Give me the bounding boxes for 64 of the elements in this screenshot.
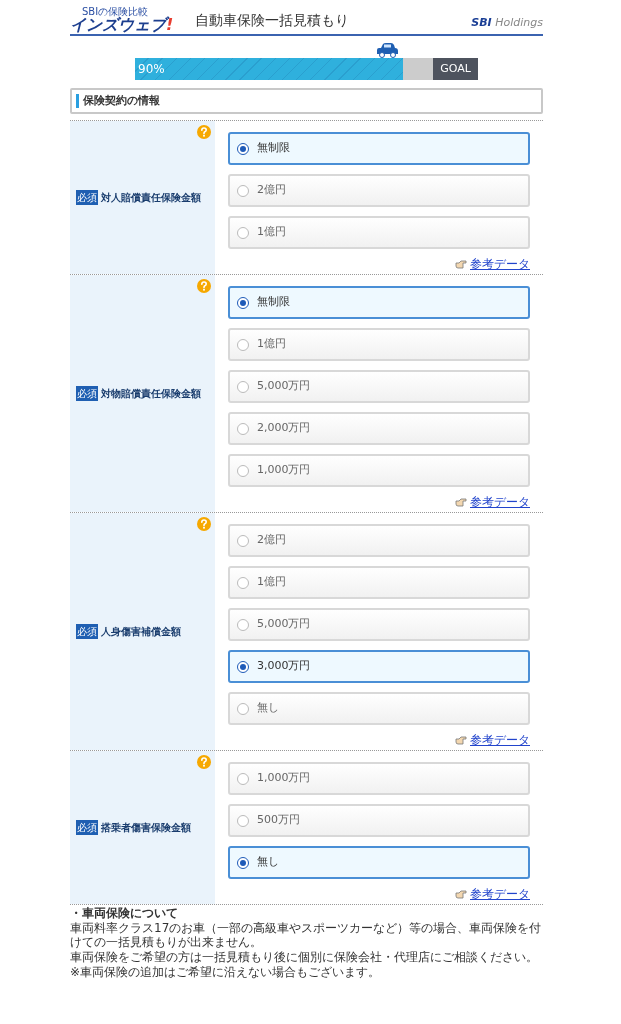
pointing-hand-icon [455,735,467,745]
question-label: 対人賠償責任保険金額 [101,191,201,205]
radio-option[interactable]: 1億円 [228,216,530,249]
radio-option[interactable]: 2,000万円 [228,412,530,445]
radio-unchecked-icon [237,422,249,435]
pointing-hand-icon [455,259,467,269]
note-text: 車両料率クラス17のお車（一部の高級車やスポーツカーなど）等の場合、車両保険を付けての一括見積もりが出来ません。 [70,921,543,949]
reference-data-link[interactable]: 参考データ [470,257,530,271]
radio-option[interactable]: 5,000万円 [228,370,530,403]
partner-logo: SBI Holdings [471,14,543,31]
progress-percent: 90% [138,61,165,78]
radio-option[interactable]: 1,000万円 [228,762,530,795]
page-title: 自動車保険一括見積もり [195,11,350,30]
help-icon[interactable] [197,279,211,293]
question-label: 人身傷害補償金額 [101,625,181,639]
radio-unchecked-icon [237,226,249,239]
radio-option[interactable]: 無制限 [228,132,530,165]
car-icon [375,42,400,58]
question-label: 搭乗者傷害保険金額 [101,821,191,835]
radio-unchecked-icon [237,380,249,393]
radio-unchecked-icon [237,534,249,547]
reference-data-link[interactable]: 参考データ [470,495,530,509]
pointing-hand-icon [455,889,467,899]
reference-data-link[interactable]: 参考データ [470,733,530,747]
radio-unchecked-icon [237,814,249,827]
radio-unchecked-icon [237,184,249,197]
help-icon[interactable] [197,517,211,531]
logo-tagline: SBIの保険比較 [82,7,149,17]
radio-checked-icon [237,296,249,309]
radio-checked-icon [237,142,249,155]
required-badge: 必須 [76,624,98,639]
radio-option[interactable]: 500万円 [228,804,530,837]
radio-option[interactable]: 2億円 [228,174,530,207]
required-badge: 必須 [76,190,98,205]
pointing-hand-icon [455,497,467,507]
radio-unchecked-icon [237,338,249,351]
radio-unchecked-icon [237,618,249,631]
question-label: 対物賠償責任保険金額 [101,387,201,401]
radio-unchecked-icon [237,576,249,589]
goal-label: GOAL [433,58,478,80]
required-badge: 必須 [76,386,98,401]
radio-option[interactable]: 2億円 [228,524,530,557]
radio-option[interactable]: 無し [228,692,530,725]
radio-option[interactable]: 無し [228,846,530,879]
logo: インズウェブ! [70,17,174,33]
note-text: ※車両保険の追加はご希望に沿えない場合もございます。 [70,965,382,979]
radio-option[interactable]: 3,000万円 [228,650,530,683]
radio-checked-icon [237,856,249,869]
radio-option[interactable]: 1億円 [228,328,530,361]
radio-unchecked-icon [237,772,249,785]
radio-option[interactable]: 無制限 [228,286,530,319]
radio-unchecked-icon [237,702,249,715]
radio-checked-icon [237,660,249,673]
radio-unchecked-icon [237,464,249,477]
radio-option[interactable]: 1億円 [228,566,530,599]
note-text: 車両保険をご希望の方は一括見積もり後に個別に保険会社・代理店にご相談ください。 [70,950,539,964]
required-badge: 必須 [76,820,98,835]
reference-data-link[interactable]: 参考データ [470,887,530,901]
notes-heading: ・車両保険について [70,906,179,920]
section-title: 保険契約の情報 [83,92,160,109]
radio-option[interactable]: 1,000万円 [228,454,530,487]
help-icon[interactable] [197,125,211,139]
radio-option[interactable]: 5,000万円 [228,608,530,641]
help-icon[interactable] [197,755,211,769]
